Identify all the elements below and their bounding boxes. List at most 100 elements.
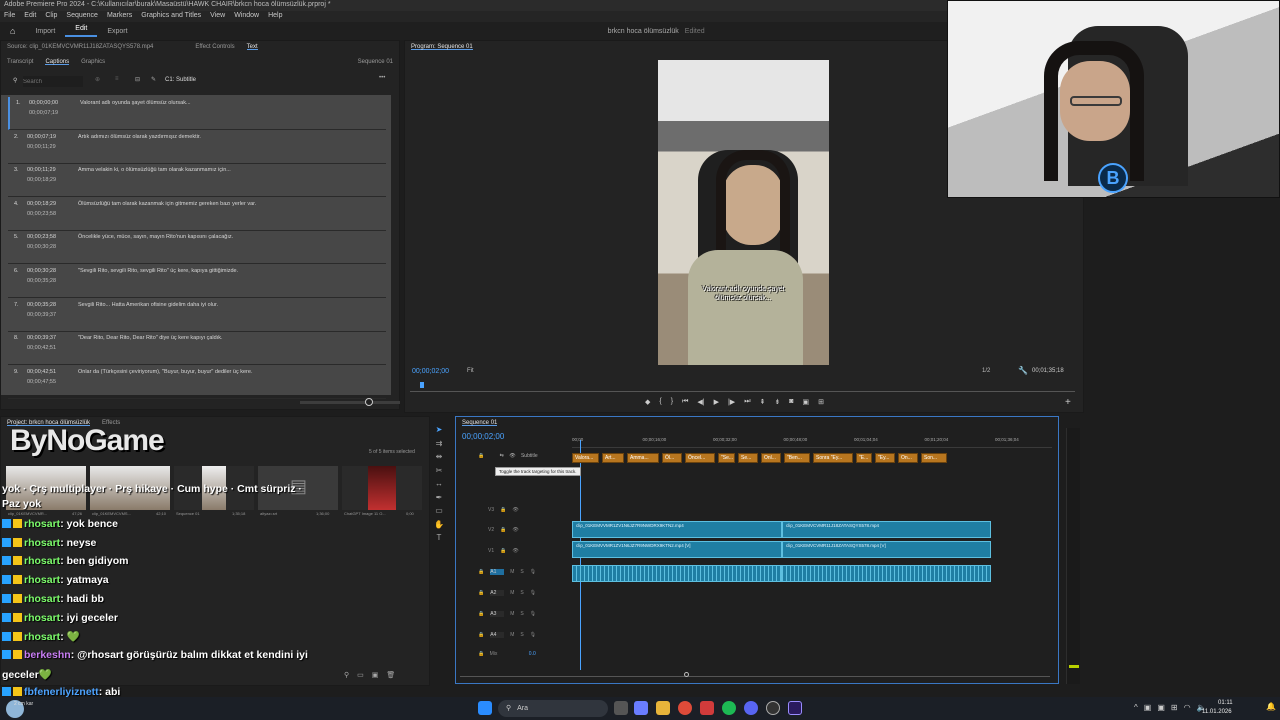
solo-icon[interactable]: S — [520, 611, 523, 617]
premiere-icon[interactable] — [788, 701, 802, 715]
razor-tool-icon[interactable]: ✂ — [432, 464, 446, 478]
subtitle-clip[interactable]: Art... — [602, 453, 624, 463]
caption-out-time[interactable]: 00;00;47;55 — [27, 379, 56, 385]
windows-start-icon[interactable] — [478, 701, 492, 715]
track-label[interactable]: V2 — [488, 527, 494, 533]
vivaldi-icon[interactable] — [700, 701, 714, 715]
tab-import[interactable]: Import — [25, 28, 65, 35]
rectangle-tool-icon[interactable]: ▭ — [432, 504, 446, 518]
caption-in-time[interactable]: 00;00;00;00 — [29, 100, 58, 106]
zoom-slider[interactable] — [300, 398, 400, 406]
caption-text[interactable]: "Dear Rito, Dear Rito, Dear Rito" diye ü… — [78, 335, 223, 341]
lock-icon[interactable]: 🔒 — [478, 453, 484, 459]
subtitle-clip[interactable]: Öncel... — [685, 453, 715, 463]
notification-icon[interactable]: 🔔 — [1266, 702, 1276, 711]
caption-in-time[interactable]: 00;00;30;28 — [27, 268, 56, 274]
go-to-out-icon[interactable]: ⏭ — [744, 398, 750, 406]
subtitle-clip[interactable]: Amma... — [627, 453, 659, 463]
v1-clip-b[interactable]: clip_01KEMVCVMR11J18ZATASQYS578.mp4 — [782, 521, 991, 538]
tray-app3-icon[interactable]: ⊞ — [1171, 703, 1178, 712]
caption-text[interactable]: Ölümsüzlüğü tam olarak kazanmak için git… — [78, 201, 256, 207]
caption-text[interactable]: Onlar da (Türkçesini çeviriyorum), "Buyu… — [78, 369, 252, 375]
compare-icon[interactable]: ▣ — [802, 398, 809, 406]
caption-out-time[interactable]: 00;00;11;29 — [27, 144, 56, 150]
menu-edit[interactable]: Edit — [24, 12, 36, 21]
track-lock-icon[interactable]: 🔒 — [478, 590, 484, 596]
lift-icon[interactable]: ⇞ — [760, 398, 766, 406]
discord-icon[interactable] — [744, 701, 758, 715]
add-caption-icon[interactable]: ⊕ — [95, 76, 100, 83]
menu-graphics[interactable]: Graphics and Titles — [141, 12, 201, 21]
wifi-icon[interactable]: ◠ — [1184, 703, 1191, 712]
obs-icon[interactable] — [766, 701, 780, 715]
solo-icon[interactable]: S — [520, 590, 523, 596]
pencil-icon[interactable]: ✎ — [151, 76, 156, 83]
mix-value[interactable]: 0.0 — [529, 651, 536, 657]
ripple-edit-tool-icon[interactable]: ⇹ — [432, 450, 446, 464]
a1-clip-b[interactable]: clip_01KEMVCVMR11J18ZATASQYS578.mp4 [V] — [782, 541, 991, 558]
subtitle-clip[interactable]: "Se... — [718, 453, 735, 463]
mic-icon[interactable]: 🎙 — [530, 590, 536, 596]
resolution-dropdown[interactable]: 1/2 — [982, 368, 990, 374]
split-icon[interactable]: ⊟ — [135, 76, 140, 83]
spotify-icon[interactable] — [722, 701, 736, 715]
v1-clip-a[interactable]: clip_01KEMVVMR1ZV1N6JZ7R9NWDRX9KTN2.mp4 — [572, 521, 782, 538]
marker-icon[interactable]: ◆ — [645, 398, 650, 406]
timeline-scrollbar[interactable] — [460, 672, 1050, 677]
tab-captions[interactable]: Captions — [45, 59, 70, 65]
track-eye-icon[interactable]: 👁 — [512, 527, 518, 533]
subtitle-clip[interactable]: Öl... — [662, 453, 682, 463]
track-eye-icon[interactable]: 👁 — [512, 548, 518, 554]
vr-icon[interactable]: ⊞ — [818, 398, 824, 406]
more-icon[interactable]: ••• — [379, 75, 385, 81]
mute-icon[interactable]: M — [510, 590, 514, 596]
hand-tool-icon[interactable]: ✋ — [432, 518, 446, 532]
track-label[interactable]: A1 — [490, 569, 505, 575]
file-explorer-icon[interactable] — [656, 701, 670, 715]
caption-text[interactable]: Amma velakin ki, o ölümsüzlüğü tam olara… — [78, 167, 231, 173]
tab-export[interactable]: Export — [97, 28, 137, 35]
taskbar-search[interactable]: ⚲ Ara — [498, 700, 608, 717]
tab-sequence[interactable]: Sequence 01 — [462, 420, 498, 426]
mic-icon[interactable]: 🎙 — [530, 632, 536, 638]
track-lock-icon[interactable]: 🔒 — [500, 507, 506, 513]
subtitle-clip[interactable]: Sonra "Ey... — [813, 453, 853, 463]
program-scrubber[interactable] — [410, 382, 1075, 392]
camera-icon[interactable]: ◙ — [789, 398, 793, 406]
track-selector[interactable]: C1: Subtitle — [165, 77, 196, 83]
mark-out-icon[interactable]: } — [671, 398, 673, 406]
menu-sequence[interactable]: Sequence — [66, 12, 98, 21]
menu-help[interactable]: Help — [268, 12, 282, 21]
playhead-marker[interactable] — [420, 382, 424, 388]
tray-chevron-icon[interactable]: ^ — [1134, 703, 1138, 712]
play-icon[interactable]: ▶ — [714, 398, 719, 406]
tab-edit[interactable]: Edit — [65, 25, 98, 37]
caption-row[interactable]: 7. 00;00;35;28 00;00;39;37 Sevgili Rito... … — [8, 299, 386, 332]
caption-in-time[interactable]: 00;00;07;19 — [27, 134, 56, 140]
subtitle-clip[interactable]: "Ey... — [875, 453, 895, 463]
caption-out-time[interactable]: 00;00;30;28 — [27, 244, 56, 250]
home-icon[interactable]: ⌂ — [0, 26, 25, 36]
tab-text[interactable]: Text — [246, 44, 258, 50]
track-label[interactable]: V3 — [488, 507, 494, 513]
subtitle-clip[interactable]: On... — [898, 453, 918, 463]
merge-icon[interactable]: ≡ — [115, 76, 119, 82]
type-tool-icon[interactable]: T — [432, 531, 446, 545]
selection-tool-icon[interactable]: ➤ — [432, 423, 446, 437]
subtitle-clip[interactable]: Onl... — [761, 453, 781, 463]
pen-tool-icon[interactable]: ✒ — [432, 491, 446, 505]
chrome-icon[interactable] — [678, 701, 692, 715]
caption-in-time[interactable]: 00;00;23;58 — [27, 234, 56, 240]
add-button-icon[interactable]: + — [1065, 397, 1071, 408]
track-select-tool-icon[interactable]: ⇉ — [432, 437, 446, 451]
scroll-handle[interactable] — [684, 672, 689, 677]
caption-text[interactable]: Öncelikle yüce, müce, sayın, mayın Rito'… — [78, 234, 233, 240]
wrench-icon[interactable]: 🔧 — [1018, 366, 1028, 375]
caption-row[interactable]: 4. 00;00;18;29 00;00;23;58 Ölümsüzlüğü tam … — [8, 198, 386, 231]
caption-in-time[interactable]: 00;00;42;51 — [27, 369, 56, 375]
menu-view[interactable]: View — [210, 12, 225, 21]
caption-row[interactable]: 5. 00;00;23;58 00;00;30;28 Öncelikle yüce, … — [8, 231, 386, 265]
caption-out-time[interactable]: 00;00;23;58 — [27, 211, 56, 217]
caption-row[interactable]: 3. 00;00;11;29 00;00;18;29 Amma velakin ki,… — [8, 164, 386, 198]
tab-graphics[interactable]: Graphics — [81, 59, 105, 65]
